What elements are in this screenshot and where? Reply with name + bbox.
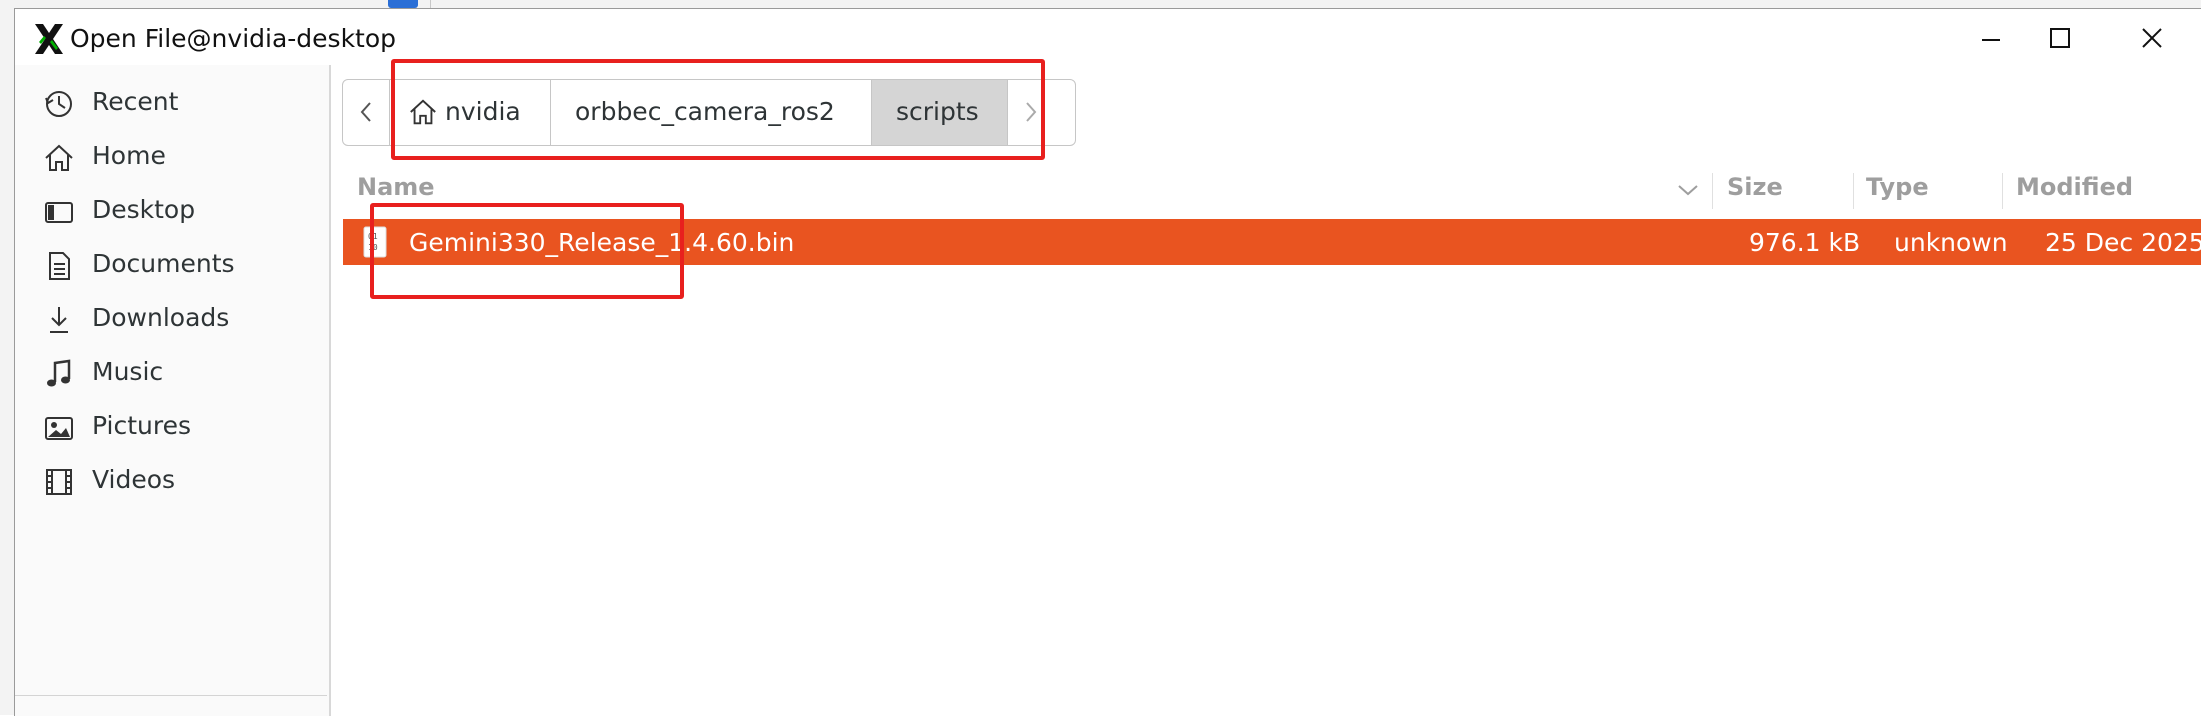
annotation-box-path [391,59,1045,160]
document-icon [49,252,70,280]
chevron-left-icon [360,102,371,122]
places-sidebar: Recent Home Desktop Documents Downloads … [15,65,331,716]
path-scroll-left-button[interactable] [343,80,390,145]
sidebar-item-label: Videos [92,465,176,494]
background-tab-marker [388,0,418,8]
background-divider [430,0,431,8]
sidebar-item-videos[interactable]: Videos [15,445,327,511]
column-header-type[interactable]: Type [1866,173,1929,201]
sort-chevron-down-icon[interactable] [1677,183,1699,197]
picture-icon [45,417,73,440]
column-separator [2002,173,2003,209]
titlebar: Open File@nvidia-desktop [15,9,2201,65]
column-header-modified[interactable]: Modified [2016,173,2133,201]
sidebar-item-label: Documents [92,249,235,278]
window-title: Open File@nvidia-desktop [70,24,397,53]
film-icon [46,469,72,495]
x-app-logo-icon [35,24,63,54]
background-app-strip [0,0,2201,8]
sidebar-item-label: Home [92,141,166,170]
sidebar-item-label: Music [92,357,164,386]
sidebar-divider [15,695,327,696]
close-button[interactable] [2107,11,2197,65]
sidebar-item-label: Pictures [92,411,191,440]
open-file-dialog: Open File@nvidia-desktop Recent Home Des… [14,8,2201,716]
download-icon [50,307,68,333]
sidebar-item-label: Desktop [92,195,196,224]
sidebar-item-label: Downloads [92,303,230,332]
column-header-size[interactable]: Size [1727,173,1783,201]
column-separator [1712,173,1713,209]
maximize-button[interactable] [2015,11,2105,65]
desktop-icon [45,202,73,223]
clock-icon [45,91,72,117]
minimize-icon [1982,39,2000,41]
background-app-edge [0,0,14,715]
close-icon [2142,28,2162,48]
home-icon [45,144,73,171]
file-modified: 25 Dec 2025 [2045,228,2201,257]
annotation-box-file [370,203,684,299]
music-note-icon [47,359,71,387]
file-size: 976.1 kB [1749,228,1861,257]
column-separator [1853,173,1854,209]
column-header-name[interactable]: Name [357,173,435,201]
maximize-icon [2050,28,2070,48]
file-type: unknown [1894,228,2008,257]
sidebar-item-label: Recent [92,87,179,116]
